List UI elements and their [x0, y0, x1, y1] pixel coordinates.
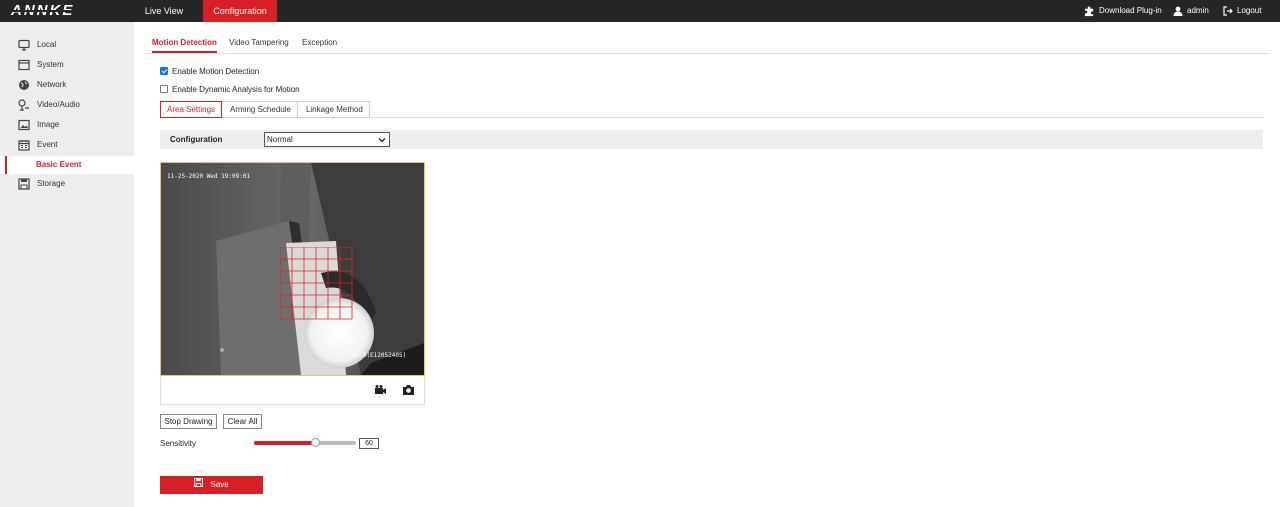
- download-plugin-link[interactable]: Download Plug-in: [1084, 0, 1162, 22]
- sensitivity-fill: [254, 441, 316, 445]
- brand-logo: ANNKE: [11, 2, 78, 19]
- enable-dynamic-row: Enable Dynamic Analysis for Motion: [160, 83, 300, 95]
- sidebar-item-label: Network: [37, 80, 67, 89]
- sidebar-item-system[interactable]: System: [0, 55, 134, 75]
- step-area-settings[interactable]: Area Settings: [160, 101, 223, 118]
- tab-exception[interactable]: Exception: [302, 33, 337, 53]
- save-label: Save: [210, 480, 229, 490]
- clear-all-button[interactable]: Clear All: [223, 414, 262, 429]
- osd-camera-name: IS10(E12052405): [352, 352, 407, 359]
- nav-configuration[interactable]: Configuration: [203, 0, 277, 22]
- user-menu[interactable]: admin: [1173, 0, 1209, 22]
- calendar-icon: [18, 139, 30, 151]
- system-icon: [18, 59, 30, 71]
- settings-steps: Area Settings Arming Schedule Linkage Me…: [160, 101, 370, 118]
- configuration-value: Normal: [267, 135, 293, 144]
- camera-icon[interactable]: [402, 384, 415, 396]
- step-linkage-method[interactable]: Linkage Method: [297, 101, 370, 118]
- sidebar-item-video-audio[interactable]: Video/Audio: [0, 95, 134, 115]
- logout-link[interactable]: Logout: [1223, 0, 1261, 22]
- logout-icon: [1223, 6, 1233, 16]
- tab-video-tampering[interactable]: Video Tampering: [229, 33, 289, 53]
- configuration-select[interactable]: Normal: [264, 132, 390, 147]
- sidebar-item-image[interactable]: Image: [0, 115, 134, 135]
- sidebar-item-label: Event: [37, 140, 58, 149]
- puzzle-icon: [1084, 5, 1095, 17]
- sidebar-item-local[interactable]: Local: [0, 35, 134, 55]
- selection-indicator: [5, 156, 7, 174]
- enable-motion-row: Enable Motion Detection: [160, 65, 259, 77]
- record-icon[interactable]: [374, 384, 387, 396]
- sensitivity-value[interactable]: 60: [359, 438, 379, 449]
- download-plugin-label: Download Plug-in: [1099, 6, 1162, 15]
- enable-motion-label: Enable Motion Detection: [172, 66, 260, 76]
- sidebar-item-label: Storage: [37, 179, 66, 188]
- chevron-down-icon: [378, 135, 386, 148]
- enable-dynamic-checkbox[interactable]: [160, 85, 168, 93]
- sidebar-item-label: Image: [37, 120, 60, 129]
- sensitivity-handle[interactable]: [311, 438, 321, 447]
- enable-motion-checkbox[interactable]: [160, 67, 168, 75]
- sidebar-item-label: System: [37, 60, 64, 69]
- osd-timestamp: 11-25-2020 Wed 19:09:01: [167, 173, 251, 180]
- monitor-icon: [18, 39, 30, 51]
- sidebar: Local System Network Video/Audio Image E…: [0, 22, 134, 507]
- enable-dynamic-label: Enable Dynamic Analysis for Motion: [172, 84, 300, 94]
- sensitivity-label: Sensitivity: [160, 439, 197, 448]
- tab-motion-detection[interactable]: Motion Detection: [152, 33, 217, 53]
- configuration-label: Configuration: [170, 135, 223, 144]
- motion-area-grid: [280, 247, 353, 320]
- sidebar-item-label: Video/Audio: [37, 100, 80, 109]
- save-button[interactable]: Save: [160, 476, 263, 494]
- sensitivity-slider[interactable]: [254, 438, 356, 447]
- sidebar-item-storage[interactable]: Storage: [0, 174, 134, 194]
- nav-live-view[interactable]: Live View: [134, 0, 194, 22]
- save-icon: [18, 178, 30, 190]
- sidebar-item-network[interactable]: Network: [0, 75, 134, 95]
- sidebar-item-basic-event[interactable]: Basic Event: [0, 156, 134, 174]
- configuration-row: Configuration Normal: [160, 130, 1263, 149]
- divider: [364, 117, 1263, 118]
- sidebar-subitem-label: Basic Event: [36, 160, 82, 169]
- user-name: admin: [1187, 6, 1209, 15]
- sidebar-item-event[interactable]: Event: [0, 135, 134, 155]
- logout-label: Logout: [1237, 6, 1262, 15]
- video-preview[interactable]: 11-25-2020 Wed 19:09:01 IS10(E12052405): [160, 162, 425, 376]
- stop-drawing-button[interactable]: Stop Drawing: [160, 414, 217, 429]
- globe-icon: [18, 79, 30, 91]
- image-icon: [18, 119, 30, 131]
- save-icon: [194, 476, 204, 494]
- top-bar: ANNKE Live View Configuration Download P…: [0, 0, 1280, 22]
- video-toolbar: [160, 376, 425, 405]
- sidebar-item-label: Local: [37, 40, 57, 49]
- user-icon: [1173, 6, 1183, 16]
- step-arming-schedule[interactable]: Arming Schedule: [222, 101, 298, 118]
- event-tabs: Motion Detection Video Tampering Excepti…: [145, 33, 1270, 54]
- mic-icon: [18, 99, 30, 111]
